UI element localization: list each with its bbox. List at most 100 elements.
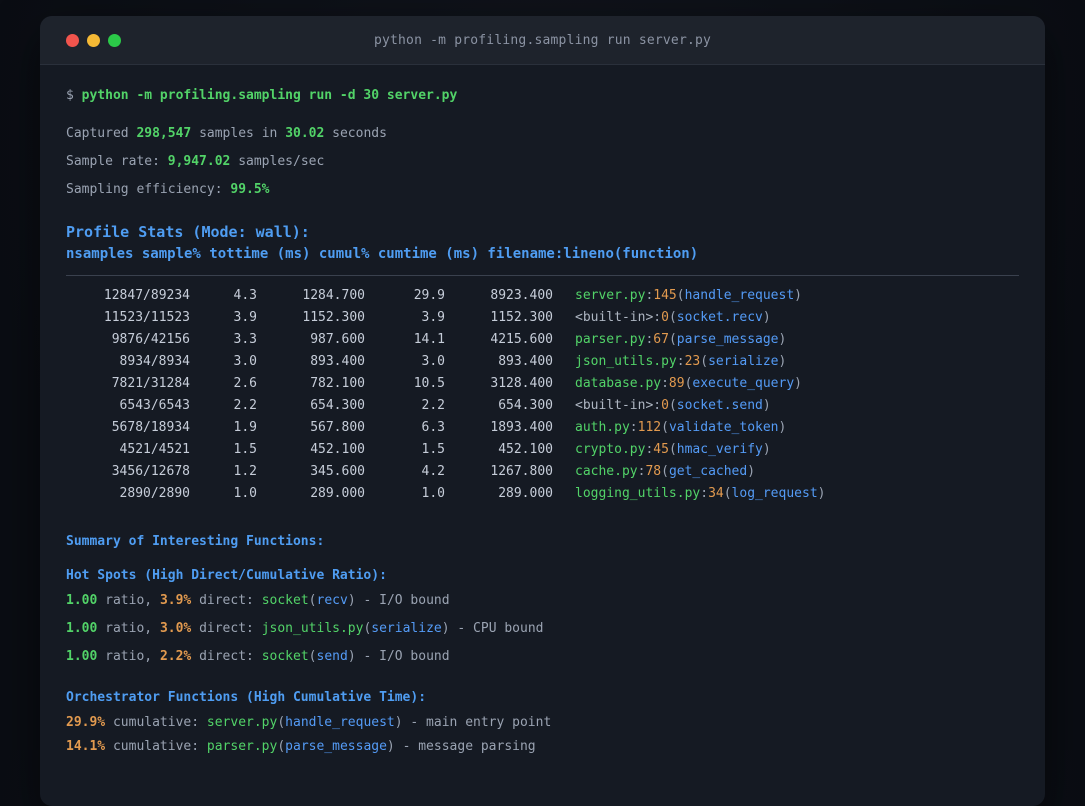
col-sample-pct: 1.5 xyxy=(233,442,257,457)
hotspot-direct-label: direct: xyxy=(199,621,254,636)
hotspot-function: socket(recv) xyxy=(262,593,356,608)
col-cumtime: 452.100 xyxy=(498,442,553,457)
col-tottime: 1284.700 xyxy=(302,288,365,303)
table-row: 2890/2890 1.0 289.000 1.0 289.000 logging_uti… xyxy=(66,483,1019,505)
orch-target: server.py xyxy=(206,715,278,730)
orch-label: cumulative: xyxy=(112,715,200,730)
window-title: python -m profiling.sampling run server.… xyxy=(373,32,712,48)
hotspot-target: json_utils.py xyxy=(261,621,364,636)
col-function: crypto.py:45(hmac_verify) xyxy=(575,439,771,461)
function-lineno: 45 xyxy=(653,442,669,457)
punct-colon: : xyxy=(676,354,685,369)
punct-close: ) xyxy=(794,288,802,303)
function-name: socket.recv xyxy=(676,310,763,325)
efficiency-label: Sampling efficiency: xyxy=(66,182,223,197)
function-file: <built-in> xyxy=(575,310,654,325)
col-cumul-pct: 10.5 xyxy=(413,376,445,391)
minimize-button[interactable] xyxy=(87,33,100,47)
col-nsamples: 2890/2890 xyxy=(119,486,190,501)
orch-label: cumulative: xyxy=(112,739,200,754)
function-file: database.py xyxy=(575,376,662,391)
col-function: json_utils.py:23(serialize) xyxy=(575,351,786,373)
punct-close: ) xyxy=(778,332,787,347)
maximize-button[interactable] xyxy=(108,33,121,47)
punct-colon: : xyxy=(653,310,662,325)
col-cumtime: 1893.400 xyxy=(490,420,553,435)
punct-close: ) xyxy=(441,621,450,636)
function-lineno: 89 xyxy=(668,376,685,391)
function-file: crypto.py xyxy=(575,442,646,457)
orch-func: handle_request xyxy=(285,715,395,730)
col-cumtime: 3128.400 xyxy=(490,376,553,391)
punct-close: ) xyxy=(762,310,771,325)
orch-target: parser.py xyxy=(206,739,278,754)
hotspot-func: send xyxy=(316,649,348,664)
function-name: socket.send xyxy=(676,398,763,413)
close-button[interactable] xyxy=(66,33,79,47)
punct-close: ) xyxy=(394,715,403,730)
punct-colon: : xyxy=(700,486,709,501)
hot-spot-line: 1.00 ratio, 2.2% direct: socket(send) - … xyxy=(66,646,1019,668)
function-lineno: 34 xyxy=(708,486,724,501)
col-function: cache.py:78(get_cached) xyxy=(575,461,755,483)
col-tottime: 345.600 xyxy=(310,464,365,479)
punct-close: ) xyxy=(778,420,787,435)
punct-colon: : xyxy=(653,398,662,413)
function-file: server.py xyxy=(575,288,646,303)
table-row: 7821/31284 2.6 782.100 10.5 3128.400 database… xyxy=(66,373,1019,395)
hotspot-direct-label: direct: xyxy=(199,649,254,664)
punct-open: ( xyxy=(723,486,732,501)
col-function: database.py:89(execute_query) xyxy=(575,373,802,395)
hotspot-ratio: 1.00 xyxy=(66,649,98,664)
orchestrator-title: Orchestrator Functions (High Cumulative … xyxy=(66,690,427,705)
captured-suffix-label: seconds xyxy=(332,126,387,141)
punct-close: ) xyxy=(347,593,356,608)
orch-func: parse_message xyxy=(285,739,387,754)
captured-seconds-value: 30.02 xyxy=(285,126,325,141)
col-tottime: 452.100 xyxy=(310,442,365,457)
function-lineno: 0 xyxy=(661,398,669,413)
col-function: server.py:145(handle_request) xyxy=(575,285,802,307)
col-cumul-pct: 14.1 xyxy=(413,332,445,347)
hotspot-function: socket(send) xyxy=(262,649,356,664)
hotspot-direct-label: direct: xyxy=(199,593,254,608)
hot-spots-title: Hot Spots (High Direct/Cumulative Ratio)… xyxy=(66,568,387,583)
window-titlebar: python -m profiling.sampling run server.… xyxy=(40,16,1045,65)
function-name: validate_token xyxy=(668,420,779,435)
hotspot-note: - CPU bound xyxy=(457,621,544,636)
function-file: <built-in> xyxy=(575,398,654,413)
hotspot-pct: 3.0% xyxy=(159,621,192,636)
col-cumtime: 1152.300 xyxy=(490,310,553,325)
col-function: auth.py:112(validate_token) xyxy=(575,417,786,439)
orchestrator-line: 29.9% cumulative: server.py(handle_reque… xyxy=(66,712,1019,734)
table-row: 6543/6543 2.2 654.300 2.2 654.300 <built-in>:… xyxy=(66,395,1019,417)
function-name: hmac_verify xyxy=(676,442,763,457)
col-cumtime: 1267.800 xyxy=(490,464,553,479)
orch-note: - message parsing xyxy=(402,739,536,754)
sample-rate-stat: Sample rate: 9,947.02 samples/sec xyxy=(66,151,1019,173)
col-cumul-pct: 1.5 xyxy=(421,442,445,457)
col-nsamples: 8934/8934 xyxy=(119,354,190,369)
table-row: 4521/4521 1.5 452.100 1.5 452.100 crypto.py:4… xyxy=(66,439,1019,461)
punct-close: ) xyxy=(794,376,802,391)
captured-label: Captured xyxy=(66,126,129,141)
hotspot-ratio: 1.00 xyxy=(66,593,98,608)
hotspot-ratio-label: ratio, xyxy=(105,649,153,664)
orch-function: server.py(handle_request) xyxy=(207,715,403,730)
col-nsamples: 9876/42156 xyxy=(111,332,190,347)
punct-open: ( xyxy=(661,464,669,479)
col-cumul-pct: 3.9 xyxy=(421,310,445,325)
terminal-window: python -m profiling.sampling run server.… xyxy=(40,16,1045,806)
traffic-lights xyxy=(66,16,121,64)
hotspot-func: recv xyxy=(316,593,348,608)
captured-samples-value: 298,547 xyxy=(136,126,192,141)
col-cumul-pct: 29.9 xyxy=(413,288,445,303)
col-tottime: 782.100 xyxy=(310,376,365,391)
col-cumtime: 4215.600 xyxy=(490,332,553,347)
efficiency-stat: Sampling efficiency: 99.5% xyxy=(66,179,1019,201)
col-tottime: 654.300 xyxy=(310,398,365,413)
hotspot-func: serialize xyxy=(371,621,442,636)
punct-close: ) xyxy=(347,649,356,664)
function-name: log_request xyxy=(731,486,818,501)
col-tottime: 289.000 xyxy=(310,486,365,501)
